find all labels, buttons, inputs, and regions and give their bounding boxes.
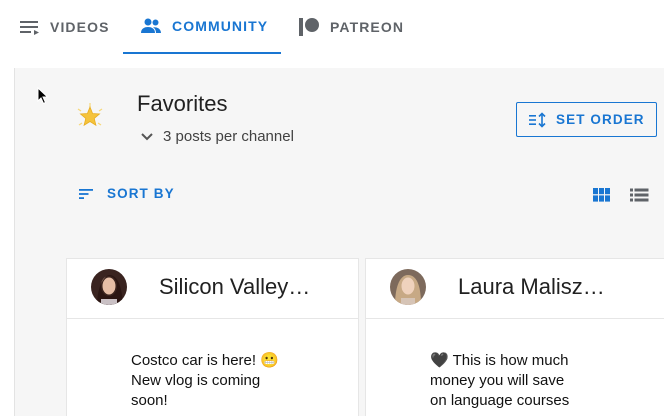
card-channel-name[interactable]: Laura Malisz… [458, 274, 605, 300]
tab-videos[interactable]: VIDEOS [20, 0, 120, 54]
avatar [91, 269, 127, 305]
playlist-icon [20, 21, 39, 35]
tab-patreon[interactable]: PATREON [298, 0, 408, 54]
tab-community-label: COMMUNITY [172, 18, 269, 34]
post-line: Costco car is here! 😬 [131, 352, 279, 369]
chevron-down-icon [141, 132, 153, 140]
sort-icon [79, 188, 93, 199]
favorites-title: Favorites [137, 91, 228, 116]
card-post-text: 🖤 This is how much money you will save o… [430, 351, 600, 411]
sort-by-label: SORT BY [107, 186, 175, 201]
grid-view-icon[interactable] [593, 187, 611, 203]
tab-bar: VIDEOS COMMUNITY PATREON [0, 0, 664, 54]
set-order-button[interactable]: SET ORDER [516, 102, 657, 137]
people-icon [141, 18, 161, 33]
post-line: on language courses [430, 392, 570, 409]
list-view-icon[interactable] [630, 187, 650, 203]
set-order-label: SET ORDER [556, 112, 645, 127]
channel-card[interactable]: Silicon Valley… Costco car is here! 😬 Ne… [66, 258, 359, 416]
card-channel-name[interactable]: Silicon Valley… [159, 274, 310, 300]
tab-community[interactable]: COMMUNITY [123, 0, 281, 54]
tab-videos-label: VIDEOS [50, 19, 110, 35]
reorder-icon [529, 111, 546, 128]
posts-per-channel-dropdown[interactable]: 3 posts per channel [140, 128, 294, 145]
card-header: Laura Malisz… [366, 259, 664, 319]
post-line: New vlog is coming [131, 372, 261, 389]
post-line: 🖤 This is how much [430, 352, 569, 369]
sort-by-button[interactable]: SORT BY [79, 186, 175, 201]
card-header: Silicon Valley… [67, 259, 358, 319]
mouse-cursor-icon [37, 87, 49, 105]
avatar [390, 269, 426, 305]
card-post-text: Costco car is here! 😬 New vlog is coming… [131, 351, 301, 411]
posts-per-channel-label: 3 posts per channel [163, 128, 294, 145]
patreon-icon [299, 18, 319, 36]
post-line: soon! [131, 392, 168, 409]
tab-patreon-label: PATREON [330, 19, 405, 35]
star-icon [77, 103, 103, 127]
post-line: money you will save [430, 372, 565, 389]
channel-card[interactable]: Laura Malisz… 🖤 This is how much money y… [365, 258, 664, 416]
